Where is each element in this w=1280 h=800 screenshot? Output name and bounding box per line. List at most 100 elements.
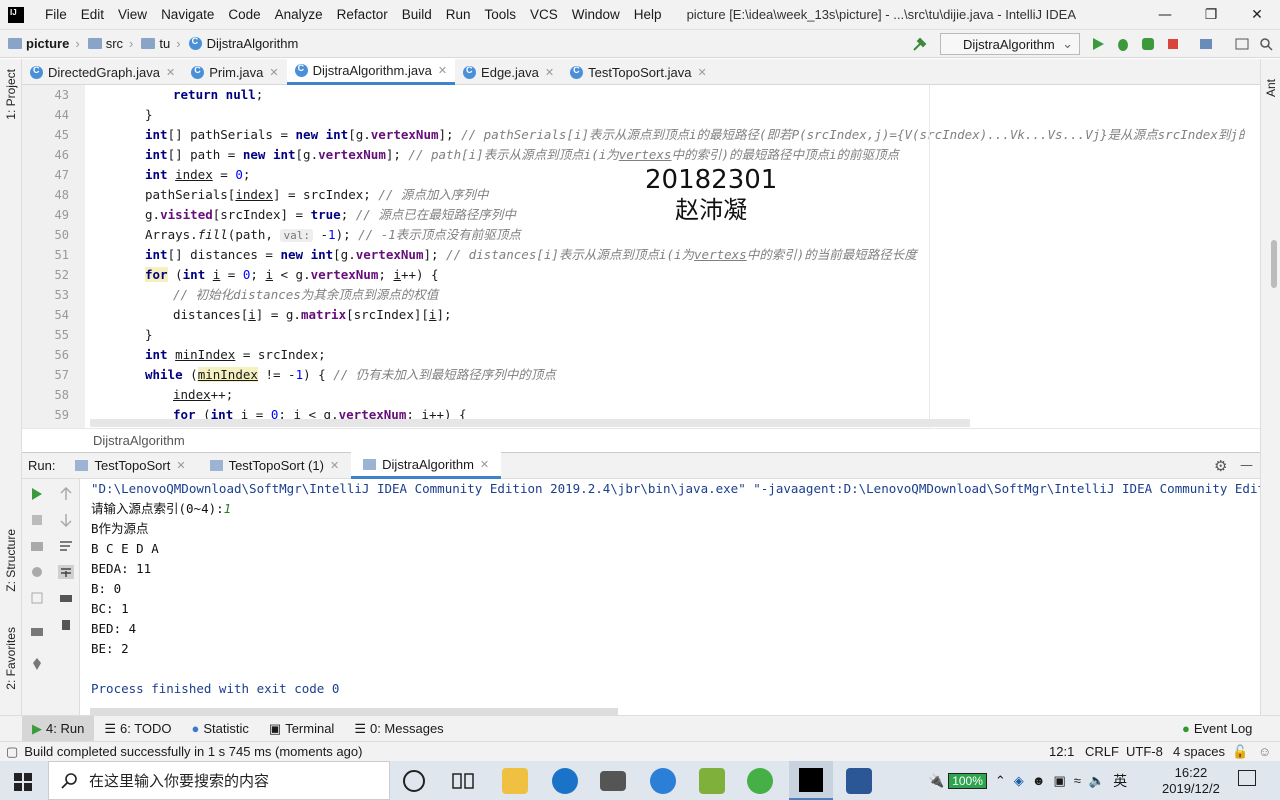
minimize-button[interactable]: — — [1142, 0, 1188, 30]
tool-tab-statistic[interactable]: ● Statistic — [182, 716, 259, 742]
windows-start-icon[interactable] — [14, 773, 32, 791]
run-tab-dijstraalgorithm[interactable]: DijstraAlgorithm ✕ — [351, 452, 502, 479]
structure-tool-button[interactable]: Z: Structure — [4, 529, 18, 592]
tool-tab-terminal[interactable]: ▣ Terminal — [259, 716, 344, 742]
indent-setting[interactable]: 4 spaces — [1173, 744, 1225, 759]
settings-gear-icon[interactable]: ⚙ — [1214, 457, 1227, 475]
restore-button[interactable]: ❐ — [1188, 0, 1234, 30]
ime-indicator[interactable]: 英 — [1113, 771, 1127, 791]
code-line[interactable]: while (minIndex != -1) { // 仍有未加入到最短路径序列… — [85, 365, 556, 385]
editor-breadcrumb[interactable]: DijstraAlgorithm — [22, 428, 1260, 452]
menu-view[interactable]: View — [111, 7, 154, 22]
breadcrumb-package[interactable]: tu › — [141, 36, 181, 51]
caret-position[interactable]: 12:1 — [1049, 744, 1074, 759]
menu-run[interactable]: Run — [439, 7, 478, 22]
code-line[interactable]: int index = 0; — [85, 165, 250, 185]
inspector-icon[interactable]: ☺ — [1258, 744, 1271, 759]
wechat-icon[interactable] — [747, 768, 773, 794]
lock-icon[interactable]: 🔓 — [1232, 744, 1248, 760]
intellij-taskbar-slot[interactable] — [789, 761, 833, 800]
event-log-button[interactable]: ● Event Log — [1172, 716, 1262, 742]
project-tool-button[interactable]: 1: Project — [4, 69, 18, 120]
taskbar-search-box[interactable]: 在这里输入你要搜索的内容 — [48, 761, 390, 800]
tray-monitor-icon[interactable]: ▣ — [1053, 773, 1065, 789]
editor-horizontal-scrollbar[interactable] — [90, 419, 970, 427]
tool-tab-todo[interactable]: ☰ 6: TODO — [94, 716, 181, 742]
tray-app-icon[interactable]: ◈ — [1014, 773, 1024, 789]
code-line[interactable]: int[] pathSerials = new int[g.vertexNum]… — [85, 125, 1245, 145]
ant-tool-button[interactable]: Ant — [1264, 79, 1278, 97]
code-line[interactable]: int[] path = new int[g.vertexNum]; // pa… — [85, 145, 899, 165]
hide-panel-icon[interactable]: — — [1240, 458, 1253, 473]
favorites-tool-button[interactable]: 2: Favorites — [4, 627, 18, 690]
trash-icon[interactable] — [58, 617, 74, 631]
print-icon[interactable] — [58, 591, 74, 605]
arrow-down-icon[interactable] — [58, 513, 74, 527]
tab-testtoposort[interactable]: TestTopoSort.java✕ — [562, 59, 715, 85]
code-line[interactable]: g.visited[srcIndex] = true; // 源点已在最短路径序… — [85, 205, 516, 225]
file-encoding[interactable]: UTF-8 — [1126, 744, 1163, 759]
code-line[interactable]: int minIndex = srcIndex; — [85, 345, 326, 365]
cortana-icon[interactable] — [403, 770, 425, 792]
close-icon[interactable]: ✕ — [330, 459, 339, 472]
code-line[interactable]: Arrays.fill(path, val: -1); // -1表示顶点没有前… — [85, 225, 521, 245]
mail-icon[interactable] — [600, 771, 626, 791]
run-icon[interactable] — [1090, 36, 1106, 52]
search-everywhere-icon[interactable] — [1258, 36, 1274, 52]
tab-directedgraph[interactable]: DirectedGraph.java✕ — [22, 59, 183, 85]
scroll-to-end-icon[interactable] — [58, 565, 74, 579]
taskbar-clock[interactable]: 16:22 2019/12/2 — [1162, 761, 1220, 800]
tab-dijstraalgorithm[interactable]: DijstraAlgorithm.java✕ — [286, 59, 456, 85]
build-hammer-icon[interactable] — [912, 36, 928, 52]
menu-file[interactable]: File — [38, 7, 74, 22]
breadcrumb-project[interactable]: picture › — [8, 36, 80, 51]
code-line[interactable]: // 初始化distances为其余顶点到源点的权值 — [85, 285, 438, 305]
menu-refactor[interactable]: Refactor — [330, 7, 395, 22]
menu-analyze[interactable]: Analyze — [268, 7, 330, 22]
close-icon[interactable]: ✕ — [269, 66, 278, 79]
run-tab-testtoposort-1[interactable]: TestTopoSort (1) ✕ — [198, 452, 352, 479]
tray-person-icon[interactable]: ☻ — [1032, 773, 1046, 788]
stop-icon[interactable] — [1165, 36, 1181, 52]
close-icon[interactable]: ✕ — [545, 66, 554, 79]
menu-tools[interactable]: Tools — [478, 7, 524, 22]
status-layout-icon[interactable]: ▢ — [6, 744, 18, 760]
menu-help[interactable]: Help — [627, 7, 669, 22]
code-line[interactable]: distances[i] = g.matrix[srcIndex][i]; — [85, 305, 452, 325]
run-console[interactable]: "D:\LenovoQMDownload\SoftMgr\IntelliJ ID… — [80, 479, 1260, 715]
tab-prim[interactable]: Prim.java✕ — [183, 59, 286, 85]
code-line[interactable]: int[] distances = new int[g.vertexNum]; … — [85, 245, 917, 265]
close-icon[interactable]: ✕ — [166, 66, 175, 79]
run-configuration-select[interactable]: DijstraAlgorithm ⌄ — [940, 33, 1080, 55]
debug-icon[interactable] — [1115, 36, 1131, 52]
breadcrumb-src[interactable]: src › — [87, 36, 133, 51]
menu-navigate[interactable]: Navigate — [154, 7, 221, 22]
layout-icon[interactable] — [1234, 36, 1250, 52]
menu-code[interactable]: Code — [221, 7, 267, 22]
menu-window[interactable]: Window — [565, 7, 627, 22]
close-icon[interactable]: ✕ — [697, 66, 706, 79]
code-line[interactable]: } — [85, 105, 153, 125]
close-icon[interactable]: ✕ — [176, 459, 185, 472]
code-line[interactable]: return null; — [85, 85, 263, 105]
code-line[interactable]: } — [85, 325, 153, 345]
pin-icon[interactable] — [29, 657, 45, 671]
word-icon[interactable] — [846, 768, 872, 794]
soft-wrap-icon[interactable] — [58, 539, 74, 553]
close-icon[interactable]: ✕ — [438, 64, 447, 77]
line-separator[interactable]: CRLF — [1085, 744, 1119, 759]
status-message[interactable]: Build completed successfully in 1 s 745 … — [24, 744, 362, 759]
code-line[interactable]: for (int i = 0; i < g.vertexNum; i++) { — [85, 265, 439, 285]
code-line[interactable]: index++; — [85, 385, 233, 405]
notification-center-icon[interactable] — [1238, 770, 1256, 786]
close-icon[interactable]: ✕ — [480, 458, 489, 471]
tab-edge[interactable]: Edge.java✕ — [455, 59, 562, 85]
editor-scrollbar-thumb[interactable] — [1271, 240, 1277, 288]
run-with-coverage-icon[interactable] — [1140, 36, 1156, 52]
tool-tab-run[interactable]: ▶ 4: Run — [22, 715, 95, 742]
power-plug-icon[interactable]: 🔌 — [928, 773, 944, 789]
project-structure-icon[interactable] — [1198, 36, 1214, 52]
menu-build[interactable]: Build — [395, 7, 439, 22]
layout-grid-icon[interactable] — [29, 625, 45, 639]
close-window-button[interactable]: ✕ — [1234, 0, 1280, 30]
